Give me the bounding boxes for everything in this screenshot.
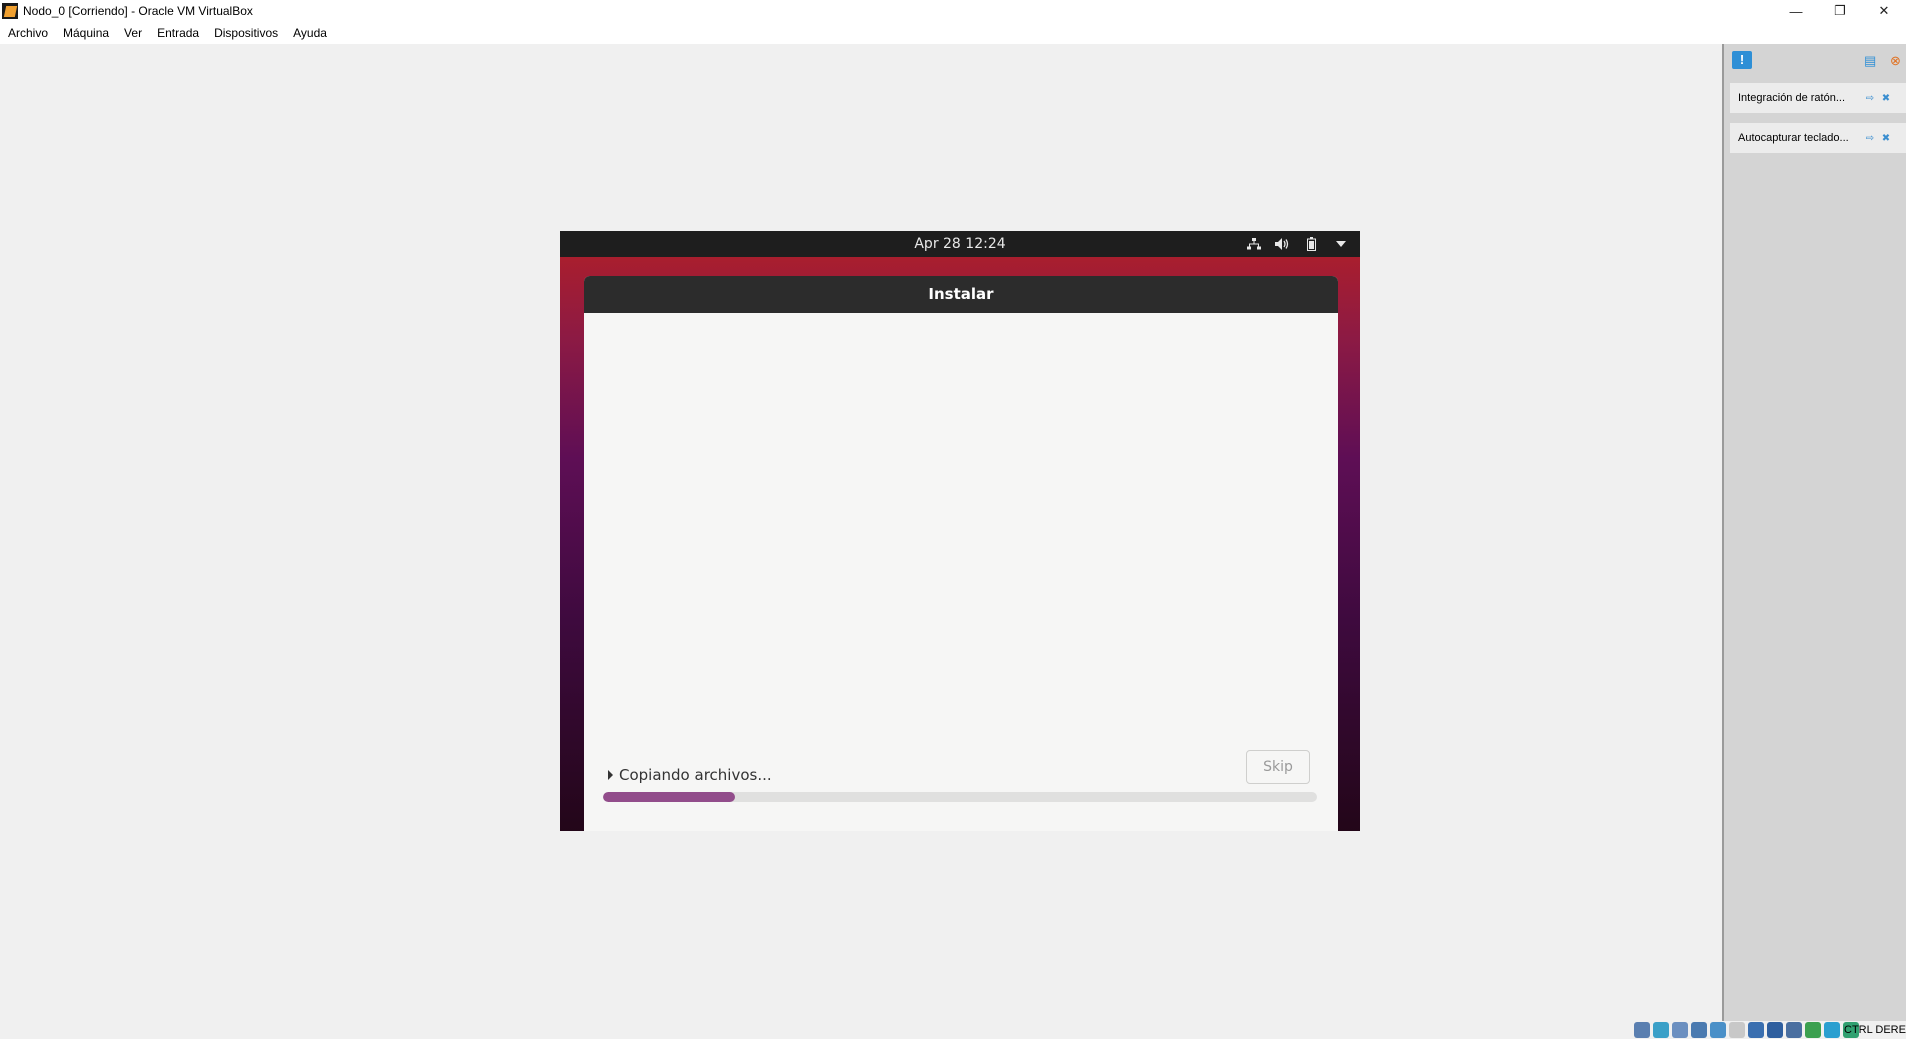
network-adapter-icon[interactable] [1691,1022,1707,1038]
close-button[interactable]: ✕ [1862,0,1906,22]
restore-button[interactable]: ❐ [1818,0,1862,22]
minimize-button[interactable]: — [1774,0,1818,22]
notification-center-icon[interactable]: ▤ [1864,53,1878,69]
optical-drive-icon[interactable] [1653,1022,1669,1038]
install-progress-fill [603,792,736,802]
notice-mouse-integration[interactable]: Integración de ratón... ⇨ ✖ [1730,83,1906,113]
virtualbox-window: Nodo_0 [Corriendo] - Oracle VM VirtualBo… [0,0,1906,1039]
audio-icon[interactable] [1672,1022,1688,1038]
usb-icon[interactable] [1710,1022,1726,1038]
menu-bar: Archivo Máquina Ver Entrada Dispositivos… [0,22,1906,44]
close-notice-icon[interactable]: ✖ [1878,133,1894,144]
menu-entrada[interactable]: Entrada [151,26,205,40]
hard-disk-icon[interactable] [1634,1022,1650,1038]
notice-text: Autocapturar teclado... [1738,132,1849,144]
info-icon[interactable]: ! [1732,51,1752,69]
guest-clock[interactable]: Apr 28 12:24 [560,231,1360,257]
mouse-integration-icon[interactable] [1824,1022,1840,1038]
menu-ayuda[interactable]: Ayuda [287,26,333,40]
menu-dispositivos[interactable]: Dispositivos [208,26,284,40]
installer-title: Instalar [584,276,1338,313]
install-status-text: Copiando archivos... [619,766,772,784]
volume-icon [1275,237,1290,252]
menu-archivo[interactable]: Archivo [2,26,54,40]
display-icon[interactable] [1748,1022,1764,1038]
window-titlebar[interactable]: Nodo_0 [Corriendo] - Oracle VM VirtualBo… [0,0,1906,22]
menu-maquina[interactable]: Máquina [57,26,115,40]
cpu-icon[interactable] [1805,1022,1821,1038]
network-icon [1246,237,1261,252]
guest-system-tray[interactable] [1246,231,1348,257]
vm-status-bar: CTRL DERECHA [0,1021,1906,1039]
status-bar-icons [1634,1022,1859,1038]
notice-text: Integración de ratón... [1738,92,1846,104]
menu-ver[interactable]: Ver [118,26,148,40]
side-panel-header: ! ▤ ⊗ [1724,44,1906,78]
installer-window: Instalar Copiando archivos... Skip [584,276,1338,831]
expander-arrow-icon [608,770,613,780]
install-progress-bar [603,792,1317,802]
guest-screen[interactable]: Apr 28 12:24 Instalar Copiando archivos.… [560,231,1360,831]
notice-keyboard-capture[interactable]: Autocapturar teclado... ⇨ ✖ [1730,123,1906,153]
window-title: Nodo_0 [Corriendo] - Oracle VM VirtualBo… [23,4,253,18]
guest-top-bar: Apr 28 12:24 [560,231,1360,257]
battery-icon [1304,237,1319,252]
notification-side-panel: ! ▤ ⊗ Integración de ratón... ⇨ ✖ Autoca… [1722,44,1906,1021]
window-controls: — ❐ ✕ [1774,0,1906,22]
host-key-label: CTRL DERECHA [1844,1024,1906,1036]
video-capture-icon[interactable] [1767,1022,1783,1038]
do-not-show-icon[interactable]: ⇨ [1862,93,1878,104]
shared-folders-icon[interactable] [1729,1022,1745,1038]
virtualbox-app-icon [2,3,18,19]
skip-button[interactable]: Skip [1246,750,1310,784]
do-not-show-icon[interactable]: ⇨ [1862,133,1878,144]
cancel-all-icon[interactable]: ⊗ [1890,53,1906,69]
recording-icon[interactable] [1786,1022,1802,1038]
system-menu-arrow-icon [1333,237,1348,252]
close-notice-icon[interactable]: ✖ [1878,93,1894,104]
install-details-expander[interactable]: Copiando archivos... [608,766,772,784]
